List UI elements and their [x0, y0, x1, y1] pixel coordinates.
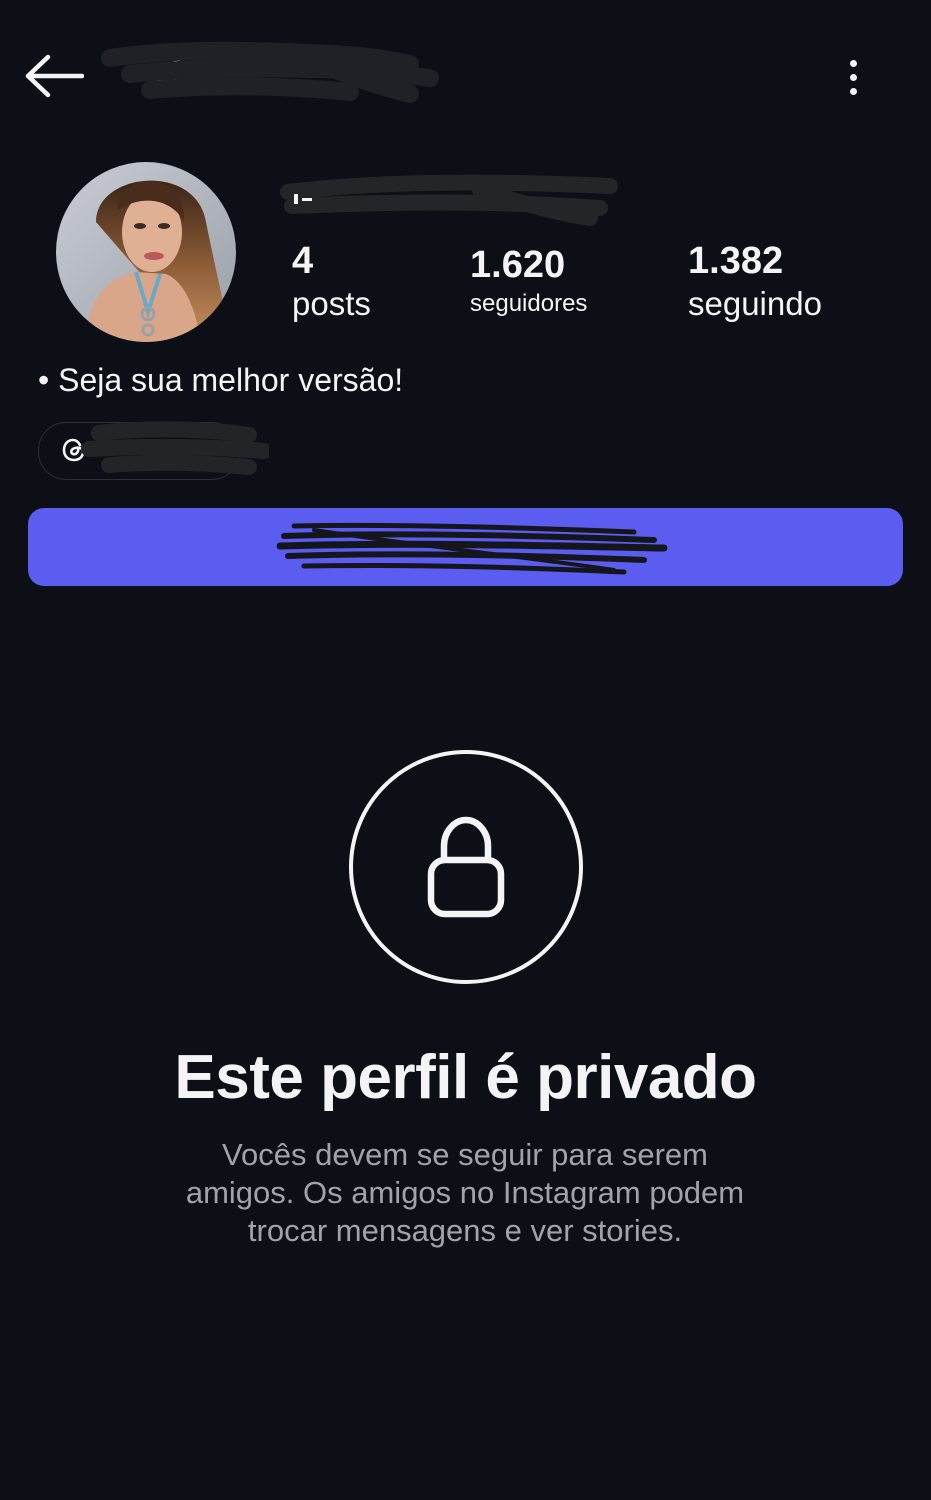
redaction-scribble	[101, 41, 439, 103]
username-text: d	[156, 50, 183, 99]
threads-icon	[62, 438, 85, 462]
username-title: d	[101, 41, 450, 112]
private-profile-description: Vocês devem se seguir para serem amigos.…	[185, 1137, 745, 1248]
back-button[interactable]	[22, 48, 92, 104]
display-name	[280, 168, 620, 228]
more-options-button[interactable]	[830, 52, 876, 102]
redaction-scribble	[81, 421, 269, 475]
followers-count[interactable]: 1.620 seguidores	[470, 244, 587, 318]
following-count[interactable]: 1.382 seguindo	[688, 240, 822, 323]
posts-number: 4	[292, 240, 314, 282]
followers-label: seguidores	[470, 289, 588, 317]
profile-screen: d 4 posts 1.620 seguidores 1.382 seguind…	[0, 0, 931, 1500]
posts-label: posts	[292, 284, 371, 322]
avatar[interactable]	[56, 162, 236, 342]
threads-link-chip[interactable]	[38, 421, 269, 480]
followers-number: 1.620	[470, 244, 566, 286]
bio-text: • Seja sua melhor versão!	[38, 362, 404, 398]
lock-icon	[427, 816, 505, 918]
following-number: 1.382	[688, 240, 784, 282]
posts-count[interactable]: 4 posts	[292, 240, 371, 323]
profile-photo	[56, 162, 236, 342]
follow-button[interactable]	[28, 508, 903, 586]
more-vertical-icon	[849, 59, 857, 67]
arrow-left-icon	[25, 54, 84, 98]
redaction-scribble	[280, 174, 618, 226]
following-label: seguindo	[688, 284, 822, 322]
redaction-scribble	[276, 522, 668, 575]
private-profile-title: Este perfil é privado	[174, 1043, 757, 1112]
